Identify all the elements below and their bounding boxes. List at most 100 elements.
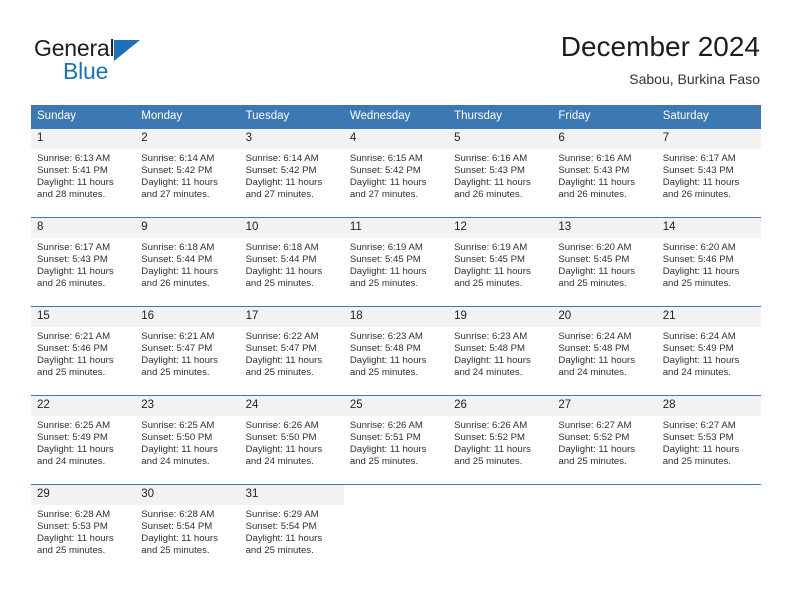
sunset-text: Sunset: 5:53 PM [662,431,734,443]
daylight-text-line1: Daylight: 11 hours [349,354,427,366]
day-cell[interactable]: 17 Sunrise: 6:22 AM Sunset: 5:47 PM Dayligh… [239,306,344,396]
day-cell[interactable]: 20 Sunrise: 6:24 AM Sunset: 5:48 PM Dayligh… [552,306,657,396]
daylight-text-line2: and 26 minutes. [662,188,731,200]
calendar-header-row: Sunday Monday Tuesday Wednesday Thursday… [31,105,761,129]
day-cell[interactable]: 15 Sunrise: 6:21 AM Sunset: 5:46 PM Dayligh… [31,306,136,396]
daylight-text-line1: Daylight: 11 hours [558,176,636,188]
day-cell[interactable]: 10 Sunrise: 6:18 AM Sunset: 5:44 PM Dayligh… [239,217,344,307]
sunset-text: Sunset: 5:52 PM [454,431,526,443]
weekday-header-thursday: Thursday [448,105,553,129]
day-cell[interactable]: 1 Sunrise: 6:13 AM Sunset: 5:41 PM Daylight… [31,128,136,218]
sunrise-text: Sunrise: 6:13 AM [37,153,111,164]
day-number: 17 [239,307,344,327]
daylight-text-line1: Daylight: 11 hours [662,354,740,366]
day-number: 4 [343,129,449,149]
day-number: 13 [552,218,657,238]
daylight-text-line1: Daylight: 11 hours [454,265,531,277]
day-cell[interactable]: 24 Sunrise: 6:26 AM Sunset: 5:50 PM Dayligh… [239,395,344,485]
day-cell[interactable]: 30 Sunrise: 6:28 AM Sunset: 5:54 PM Dayligh… [135,484,240,573]
day-cell[interactable]: 16 Sunrise: 6:21 AM Sunset: 5:47 PM Dayligh… [135,306,240,396]
week-row: 1 Sunrise: 6:13 AM Sunset: 5:41 PM Daylight… [31,128,761,218]
day-cell[interactable]: 21 Sunrise: 6:24 AM Sunset: 5:49 PM Dayligh… [656,306,761,396]
day-cell-empty [448,484,553,573]
day-cell[interactable]: 31 Sunrise: 6:29 AM Sunset: 5:54 PM Dayligh… [239,484,344,573]
day-info: Sunrise: 6:25 AM Sunset: 5:50 PM Daylight:… [135,416,239,468]
sunset-text: Sunset: 5:42 PM [245,164,317,176]
sunrise-text: Sunrise: 6:15 AM [349,153,423,164]
daylight-text-line2: and 26 minutes. [141,277,210,289]
daylight-text-line1: Daylight: 11 hours [349,176,427,188]
day-cell[interactable]: 5 Sunrise: 6:16 AM Sunset: 5:43 PM Daylight… [448,128,553,218]
day-number [552,485,656,492]
day-cell[interactable]: 28 Sunrise: 6:27 AM Sunset: 5:53 PM Dayligh… [656,395,761,485]
day-cell[interactable]: 23 Sunrise: 6:25 AM Sunset: 5:50 PM Dayligh… [135,395,240,485]
day-info: Sunrise: 6:23 AM Sunset: 5:48 PM Daylight:… [344,327,448,379]
day-cell[interactable]: 19 Sunrise: 6:23 AM Sunset: 5:48 PM Dayligh… [448,306,553,396]
day-cell[interactable]: 11 Sunrise: 6:19 AM Sunset: 5:45 PM Dayligh… [343,217,449,307]
daylight-text-line2: and 25 minutes. [349,277,419,289]
sunrise-text: Sunrise: 6:22 AM [245,331,319,342]
daylight-text-line2: and 25 minutes. [245,544,314,556]
daylight-text-line2: and 26 minutes. [454,188,523,200]
day-info: Sunrise: 6:24 AM Sunset: 5:48 PM Daylight:… [552,327,656,379]
day-cell[interactable]: 27 Sunrise: 6:27 AM Sunset: 5:52 PM Dayligh… [552,395,657,485]
daylight-text-line1: Daylight: 11 hours [558,265,636,277]
daylight-text-line1: Daylight: 11 hours [37,354,114,366]
day-number: 19 [448,307,553,327]
daylight-text-line1: Daylight: 11 hours [141,443,218,455]
daylight-text-line2: and 25 minutes. [141,544,210,556]
day-number: 2 [135,129,240,149]
day-cell[interactable]: 8 Sunrise: 6:17 AM Sunset: 5:43 PM Daylight… [31,217,136,307]
sunset-text: Sunset: 5:46 PM [662,253,734,265]
day-number: 21 [656,307,761,327]
day-cell[interactable]: 9 Sunrise: 6:18 AM Sunset: 5:44 PM Daylight… [135,217,240,307]
day-number: 31 [239,485,344,505]
day-info: Sunrise: 6:22 AM Sunset: 5:47 PM Daylight:… [240,327,344,379]
daylight-text-line1: Daylight: 11 hours [454,443,531,455]
sunrise-text: Sunrise: 6:26 AM [349,420,423,431]
sunrise-text: Sunrise: 6:23 AM [349,331,423,342]
daylight-text-line2: and 27 minutes. [349,188,419,200]
day-cell[interactable]: 29 Sunrise: 6:28 AM Sunset: 5:53 PM Dayligh… [31,484,136,573]
sunrise-text: Sunrise: 6:24 AM [558,331,632,342]
sunset-text: Sunset: 5:50 PM [245,431,317,443]
day-cell[interactable]: 2 Sunrise: 6:14 AM Sunset: 5:42 PM Daylight… [135,128,240,218]
day-cell[interactable]: 12 Sunrise: 6:19 AM Sunset: 5:45 PM Dayligh… [448,217,553,307]
daylight-text-line1: Daylight: 11 hours [662,443,740,455]
daylight-text-line1: Daylight: 11 hours [454,354,531,366]
day-number: 11 [343,218,449,238]
daylight-text-line1: Daylight: 11 hours [245,532,323,544]
sunrise-text: Sunrise: 6:14 AM [141,153,215,164]
calendar-table: Sunday Monday Tuesday Wednesday Thursday… [31,105,761,573]
sunset-text: Sunset: 5:49 PM [37,431,108,443]
sunrise-text: Sunrise: 6:29 AM [245,509,319,520]
sunrise-text: Sunrise: 6:14 AM [245,153,319,164]
day-cell[interactable]: 18 Sunrise: 6:23 AM Sunset: 5:48 PM Dayligh… [343,306,449,396]
day-cell[interactable]: 22 Sunrise: 6:25 AM Sunset: 5:49 PM Dayligh… [31,395,136,485]
sunset-text: Sunset: 5:46 PM [37,342,108,354]
day-cell[interactable]: 3 Sunrise: 6:14 AM Sunset: 5:42 PM Daylight… [239,128,344,218]
day-cell[interactable]: 26 Sunrise: 6:26 AM Sunset: 5:52 PM Dayligh… [448,395,553,485]
day-cell[interactable]: 6 Sunrise: 6:16 AM Sunset: 5:43 PM Daylight… [552,128,657,218]
title-block: December 2024 Sabou, Burkina Faso [561,30,760,90]
day-number: 27 [552,396,657,416]
sunrise-text: Sunrise: 6:19 AM [349,242,423,253]
day-cell[interactable]: 4 Sunrise: 6:15 AM Sunset: 5:42 PM Daylight… [343,128,449,218]
weekday-header-tuesday: Tuesday [239,105,344,129]
sunset-text: Sunset: 5:42 PM [349,164,421,176]
weekday-header-saturday: Saturday [656,105,761,129]
daylight-text-line1: Daylight: 11 hours [349,443,427,455]
daylight-text-line1: Daylight: 11 hours [245,354,323,366]
daylight-text-line2: and 25 minutes. [245,277,314,289]
day-info: Sunrise: 6:21 AM Sunset: 5:47 PM Daylight:… [135,327,239,379]
day-number: 3 [239,129,344,149]
day-cell[interactable]: 13 Sunrise: 6:20 AM Sunset: 5:45 PM Dayligh… [552,217,657,307]
daylight-text-line2: and 25 minutes. [662,455,731,467]
day-cell[interactable]: 7 Sunrise: 6:17 AM Sunset: 5:43 PM Daylight… [656,128,761,218]
day-cell[interactable]: 14 Sunrise: 6:20 AM Sunset: 5:46 PM Dayligh… [656,217,761,307]
day-number: 10 [239,218,344,238]
day-cell[interactable]: 25 Sunrise: 6:26 AM Sunset: 5:51 PM Dayligh… [343,395,449,485]
day-info: Sunrise: 6:29 AM Sunset: 5:54 PM Daylight:… [240,505,344,557]
day-info: Sunrise: 6:27 AM Sunset: 5:53 PM Daylight:… [657,416,761,468]
day-number: 15 [31,307,136,327]
